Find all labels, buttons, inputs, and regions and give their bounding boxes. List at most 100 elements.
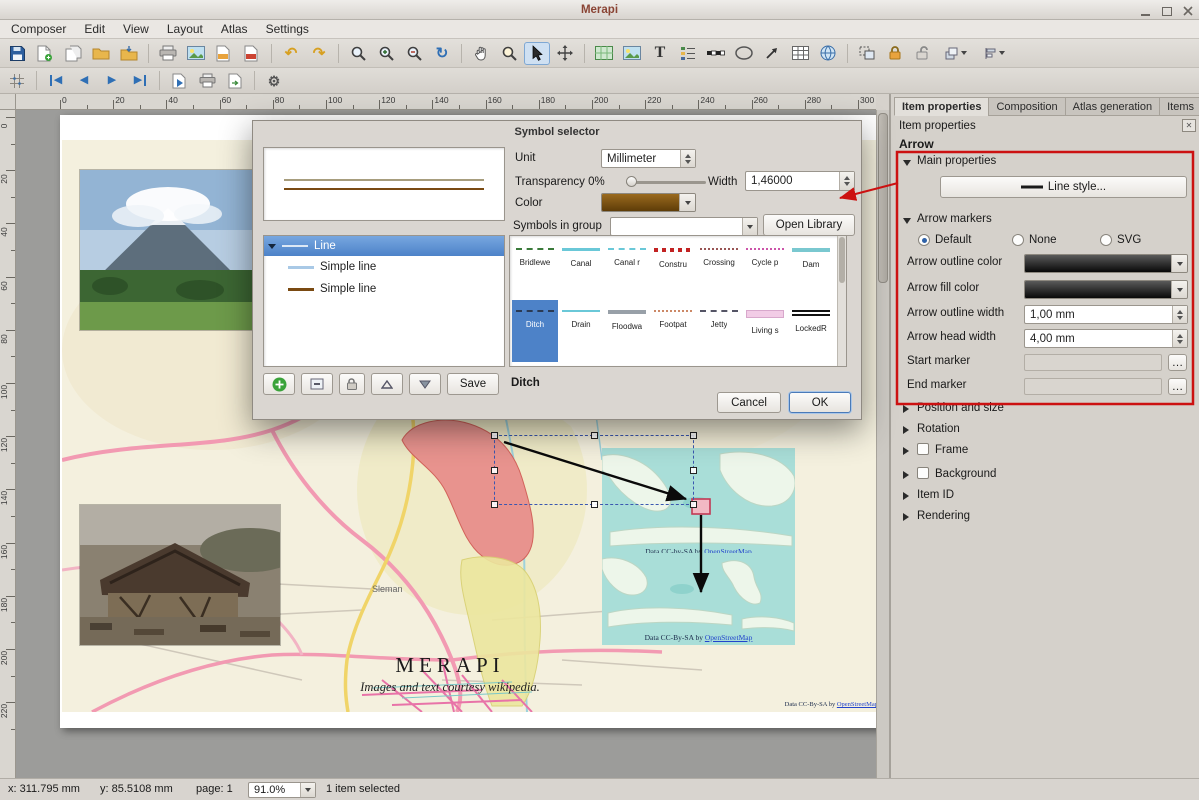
section-rendering[interactable]: Rendering xyxy=(917,510,970,522)
expand-icon[interactable] xyxy=(903,492,909,500)
menu-edit[interactable]: Edit xyxy=(75,20,114,38)
osm-link[interactable]: OpenStreetMap xyxy=(837,701,876,708)
scrollbar-thumb[interactable] xyxy=(839,237,845,283)
section-item-id[interactable]: Item ID xyxy=(917,489,954,501)
close-button[interactable] xyxy=(1182,5,1193,16)
ok-button[interactable]: OK xyxy=(789,392,851,413)
tab-atlas-generation[interactable]: Atlas generation xyxy=(1065,97,1160,116)
section-position-and-size[interactable]: Position and size xyxy=(917,402,1004,414)
expand-icon[interactable] xyxy=(903,447,909,455)
section-rotation[interactable]: Rotation xyxy=(917,423,960,435)
zoom-out-icon[interactable] xyxy=(401,42,427,65)
start-marker-field[interactable] xyxy=(1024,354,1162,371)
open-library-button[interactable]: Open Library xyxy=(763,214,855,236)
handle-ne[interactable] xyxy=(690,432,697,439)
symbol-cell-drain[interactable]: Drain xyxy=(558,300,604,362)
new-composition-icon[interactable] xyxy=(32,42,58,65)
undo-icon[interactable]: ↶ xyxy=(278,42,304,65)
align-items-dropdown[interactable] xyxy=(976,42,1012,65)
print-icon[interactable] xyxy=(155,42,181,65)
radio-svg[interactable] xyxy=(1100,234,1112,246)
collapse-icon[interactable] xyxy=(903,218,911,224)
symbol-selector-dialog[interactable]: Symbol selector Unit Millimeter Transpar… xyxy=(252,120,862,420)
move-down-button[interactable] xyxy=(409,373,441,395)
expand-icon[interactable] xyxy=(903,405,909,413)
menu-composer[interactable]: Composer xyxy=(2,20,75,38)
line-style-button[interactable]: Line style... xyxy=(940,176,1187,198)
handle-s[interactable] xyxy=(591,501,598,508)
section-background[interactable]: Background xyxy=(935,468,996,480)
add-scalebar-icon[interactable] xyxy=(703,42,729,65)
save-project-icon[interactable] xyxy=(4,42,30,65)
symbol-cell-jetty[interactable]: Jetty xyxy=(696,300,742,362)
symbol-cell-cycle-p[interactable]: Cycle p xyxy=(742,238,788,300)
symbol-cell-constru[interactable]: Constru xyxy=(650,238,696,300)
width-spin[interactable]: 1,46000 xyxy=(745,171,855,191)
symbol-cell-bridlewe[interactable]: Bridlewe xyxy=(512,238,558,300)
add-label-icon[interactable]: T xyxy=(647,42,673,65)
symbol-cell-living-s[interactable]: Living s xyxy=(742,300,788,362)
atlas-preview-icon[interactable] xyxy=(166,69,192,92)
atlas-last-icon[interactable]: ▶ xyxy=(127,69,153,92)
zoom-in-icon[interactable] xyxy=(373,42,399,65)
background-checkbox[interactable] xyxy=(917,467,929,479)
symbol-cell-footpat[interactable]: Footpat xyxy=(650,300,696,362)
menu-view[interactable]: View xyxy=(114,20,158,38)
handle-sw[interactable] xyxy=(491,501,498,508)
pan-icon[interactable] xyxy=(468,42,494,65)
raise-items-dropdown[interactable] xyxy=(938,42,974,65)
load-template-icon[interactable] xyxy=(116,42,142,65)
add-shape-icon[interactable] xyxy=(731,42,757,65)
handle-w[interactable] xyxy=(491,467,498,474)
arrow-head-width-spin[interactable]: 4,00 mm xyxy=(1024,329,1188,348)
osm-link[interactable]: OpenStreetMap xyxy=(705,633,753,642)
section-frame[interactable]: Frame xyxy=(935,444,968,456)
zoom-combo[interactable]: 91.0% xyxy=(248,782,316,798)
unlock-items-icon[interactable] xyxy=(910,42,936,65)
add-legend-icon[interactable] xyxy=(675,42,701,65)
arrow-outline-width-spin[interactable]: 1,00 mm xyxy=(1024,305,1188,324)
symbols-group-combo[interactable] xyxy=(610,217,758,236)
radio-default[interactable] xyxy=(918,234,930,246)
selection-handles[interactable] xyxy=(494,435,694,505)
symbol-grid-scrollbar[interactable] xyxy=(837,236,846,366)
symbol-cell-canal-r[interactable]: Canal r xyxy=(604,238,650,300)
canvas-vertical-scrollbar[interactable] xyxy=(876,110,889,778)
export-image-icon[interactable] xyxy=(183,42,209,65)
add-table-icon[interactable] xyxy=(787,42,813,65)
color-swatch[interactable] xyxy=(601,193,696,212)
house-photo-item[interactable] xyxy=(80,505,280,645)
tab-composition[interactable]: Composition xyxy=(988,97,1064,116)
composition-manager-icon[interactable] xyxy=(88,42,114,65)
handle-nw[interactable] xyxy=(491,432,498,439)
tree-row-line[interactable]: Line xyxy=(264,236,504,256)
save-button[interactable]: Save xyxy=(447,373,499,395)
panel-detach-icon[interactable]: ✕ xyxy=(1182,119,1196,132)
atlas-prev-icon[interactable]: ◀ xyxy=(71,69,97,92)
add-html-icon[interactable] xyxy=(815,42,841,65)
menu-atlas[interactable]: Atlas xyxy=(212,20,257,38)
end-marker-browse-button[interactable]: … xyxy=(1168,378,1187,395)
symbol-cell-crossing[interactable]: Crossing xyxy=(696,238,742,300)
select-move-item-icon[interactable] xyxy=(524,42,550,65)
page-title[interactable]: MERAPI xyxy=(330,653,570,678)
expand-icon[interactable] xyxy=(903,513,909,521)
add-symbol-button[interactable] xyxy=(263,373,295,395)
tab-items[interactable]: Items xyxy=(1159,97,1199,116)
atlas-next-icon[interactable]: ▶ xyxy=(99,69,125,92)
section-main-properties[interactable]: Main properties xyxy=(917,155,996,167)
redo-icon[interactable]: ↷ xyxy=(306,42,332,65)
cancel-button[interactable]: Cancel xyxy=(717,392,781,413)
menu-settings[interactable]: Settings xyxy=(257,20,318,38)
refresh-view-icon[interactable]: ↻ xyxy=(429,42,455,65)
volcano-photo-item[interactable] xyxy=(80,170,255,330)
handle-e[interactable] xyxy=(690,467,697,474)
minimize-button[interactable] xyxy=(1140,5,1151,16)
handle-n[interactable] xyxy=(591,432,598,439)
page-subtitle[interactable]: Images and text courtesy wikipedia. xyxy=(300,680,600,695)
add-arrow-icon[interactable] xyxy=(759,42,785,65)
symbol-cell-floodwa[interactable]: Floodwa xyxy=(604,300,650,362)
unit-combo[interactable]: Millimeter xyxy=(601,149,696,168)
export-svg-icon[interactable] xyxy=(211,42,237,65)
export-pdf-icon[interactable] xyxy=(239,42,265,65)
